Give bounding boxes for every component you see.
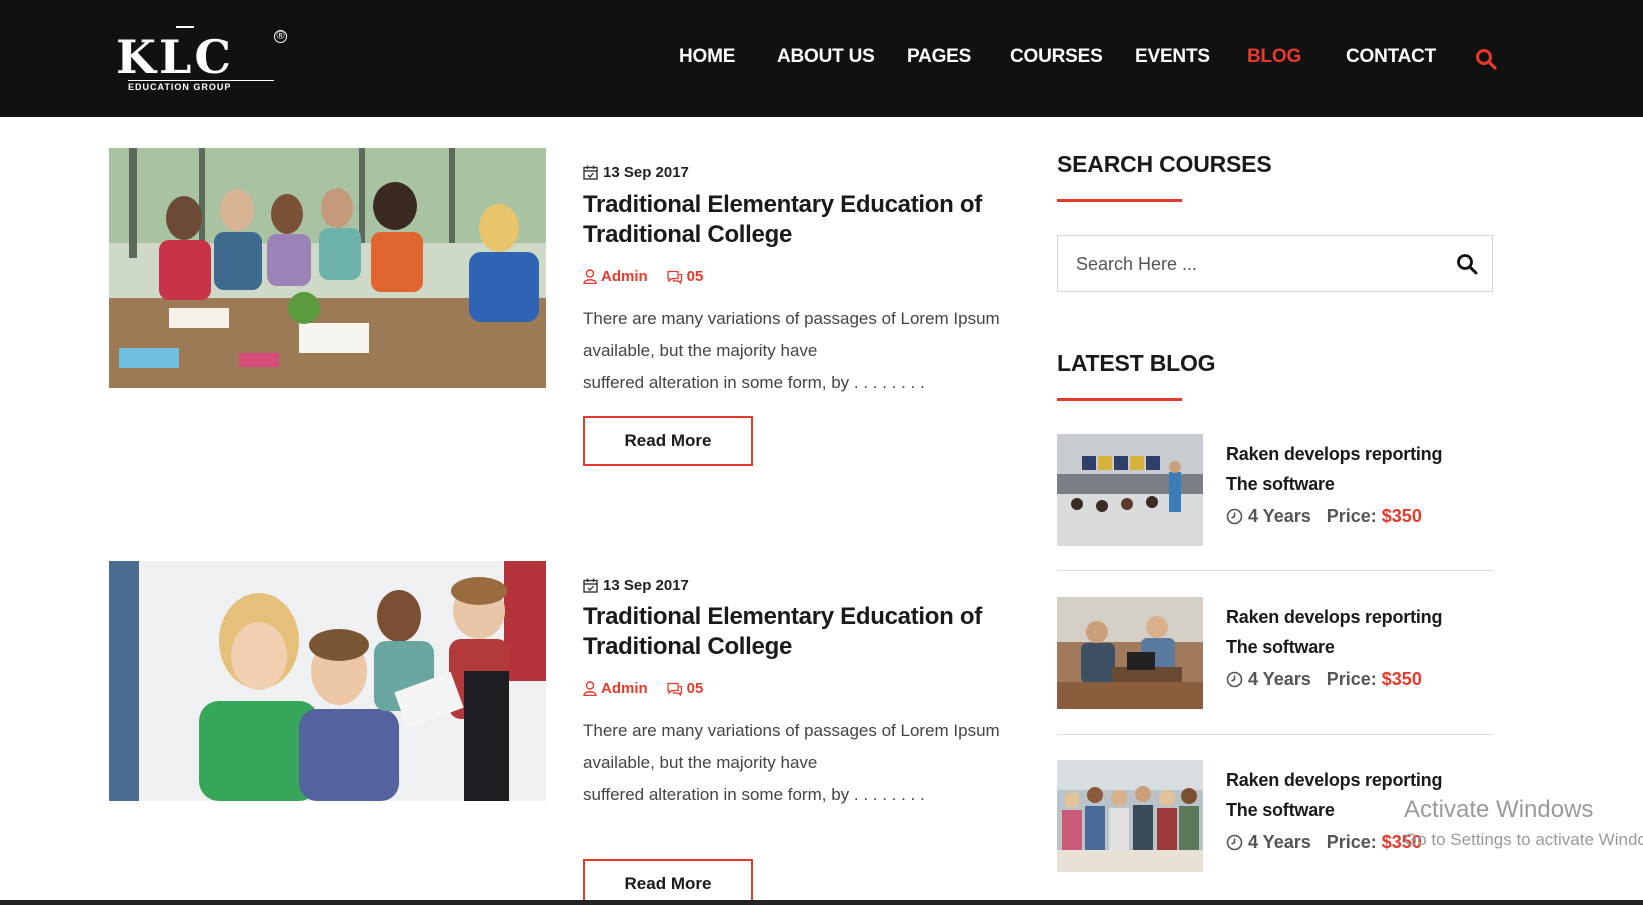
calendar-icon <box>583 578 598 593</box>
post-date: 13 Sep 2017 <box>583 164 689 181</box>
excerpt-line: available, but the majority have <box>583 753 818 772</box>
search-icon[interactable] <box>1475 48 1497 70</box>
clock-icon <box>1226 508 1243 525</box>
bottom-edge-bar <box>0 900 1643 905</box>
comments-icon <box>667 682 682 696</box>
search-icon[interactable] <box>1456 253 1478 275</box>
nav-blog[interactable]: BLOG <box>1247 46 1301 68</box>
post-meta: Admin 05 <box>583 680 703 697</box>
latest-blog-meta: 4 Years Price: $350 <box>1226 506 1422 527</box>
price-value: $350 <box>1381 669 1422 689</box>
clock-icon <box>1226 671 1243 688</box>
price-label: Price: <box>1326 506 1377 526</box>
nav-contact[interactable]: CONTACT <box>1346 46 1436 68</box>
post-comments[interactable]: 05 <box>666 680 704 697</box>
price-label: Price: <box>1326 832 1377 852</box>
divider <box>1057 570 1493 571</box>
search-input[interactable] <box>1076 250 1436 278</box>
search-courses-heading: SEARCH COURSES <box>1057 151 1272 177</box>
post-image-students-around-table[interactable] <box>109 148 546 388</box>
klc-logo[interactable]: KLC ® EDUCATION GROUP <box>116 26 288 92</box>
excerpt-line: available, but the majority have <box>583 341 818 360</box>
logo-subtitle: EDUCATION GROUP <box>128 80 274 92</box>
post-comment-count: 05 <box>686 680 704 697</box>
divider <box>1057 734 1493 735</box>
post-title[interactable]: Traditional Elementary Education of Trad… <box>583 602 1003 662</box>
read-more-button[interactable]: Read More <box>583 859 753 905</box>
read-more-button[interactable]: Read More <box>583 416 753 466</box>
clock-icon <box>1226 834 1243 851</box>
post-author[interactable]: Admin <box>583 268 648 285</box>
activate-windows-subtitle: Go to Settings to activate Windows. <box>1404 830 1643 849</box>
excerpt-line: There are many variations of passages of… <box>583 309 1000 328</box>
post-excerpt: There are many variations of passages of… <box>583 715 1003 811</box>
course-duration: 4 Years <box>1248 669 1311 689</box>
logo-text: KLC <box>116 30 234 84</box>
post-comment-count: 05 <box>686 268 704 285</box>
latest-blog-heading: LATEST BLOG <box>1057 350 1216 376</box>
post-date-text: 13 Sep 2017 <box>603 577 689 594</box>
activate-windows-watermark: Activate Windows <box>1404 796 1594 823</box>
site-header: KLC ® EDUCATION GROUP HOME ABOUT US PAGE… <box>0 0 1643 117</box>
nav-courses[interactable]: COURSES <box>1010 46 1103 68</box>
post-image-students-at-computer[interactable] <box>109 561 546 801</box>
post-excerpt: There are many variations of passages of… <box>583 303 1003 399</box>
heading-underline <box>1057 199 1182 202</box>
post-comments[interactable]: 05 <box>666 268 704 285</box>
latest-blog-item[interactable]: Raken develops reporting The software 4 … <box>1057 434 1493 546</box>
post-date-text: 13 Sep 2017 <box>603 164 689 181</box>
latest-blog-title[interactable]: Raken develops reporting The software <box>1226 602 1476 662</box>
latest-blog-meta: 4 Years Price: $350 <box>1226 669 1422 690</box>
course-duration: 4 Years <box>1248 832 1311 852</box>
post-meta: Admin 05 <box>583 268 703 285</box>
post-author-name: Admin <box>601 680 648 697</box>
latest-blog-meta: 4 Years Price: $350 <box>1226 832 1422 853</box>
comments-icon <box>667 270 682 284</box>
lecture-hall-thumbnail[interactable] <box>1057 434 1203 546</box>
post-date: 13 Sep 2017 <box>583 577 689 594</box>
class-group-thumbnail[interactable] <box>1057 760 1203 872</box>
nav-events[interactable]: EVENTS <box>1135 46 1210 68</box>
search-courses-box <box>1057 235 1493 292</box>
latest-blog-title[interactable]: Raken develops reporting The software <box>1226 439 1476 499</box>
heading-underline <box>1057 398 1182 401</box>
post-author-name: Admin <box>601 268 648 285</box>
latest-blog-item[interactable]: Raken develops reporting The software 4 … <box>1057 597 1493 709</box>
students-studying-thumbnail[interactable] <box>1057 597 1203 709</box>
post-author[interactable]: Admin <box>583 680 648 697</box>
post-title[interactable]: Traditional Elementary Education of Trad… <box>583 190 1003 250</box>
course-duration: 4 Years <box>1248 506 1311 526</box>
calendar-icon <box>583 165 598 180</box>
user-icon <box>583 681 597 696</box>
price-label: Price: <box>1326 669 1377 689</box>
excerpt-line: There are many variations of passages of… <box>583 721 1000 740</box>
excerpt-line: suffered alteration in some form, by . .… <box>583 373 925 392</box>
nav-home[interactable]: HOME <box>679 46 735 68</box>
registered-mark: ® <box>274 30 287 43</box>
price-value: $350 <box>1381 506 1422 526</box>
nav-about-us[interactable]: ABOUT US <box>777 46 875 68</box>
nav-pages[interactable]: PAGES <box>907 46 971 68</box>
user-icon <box>583 269 597 284</box>
excerpt-line: suffered alteration in some form, by . .… <box>583 785 925 804</box>
